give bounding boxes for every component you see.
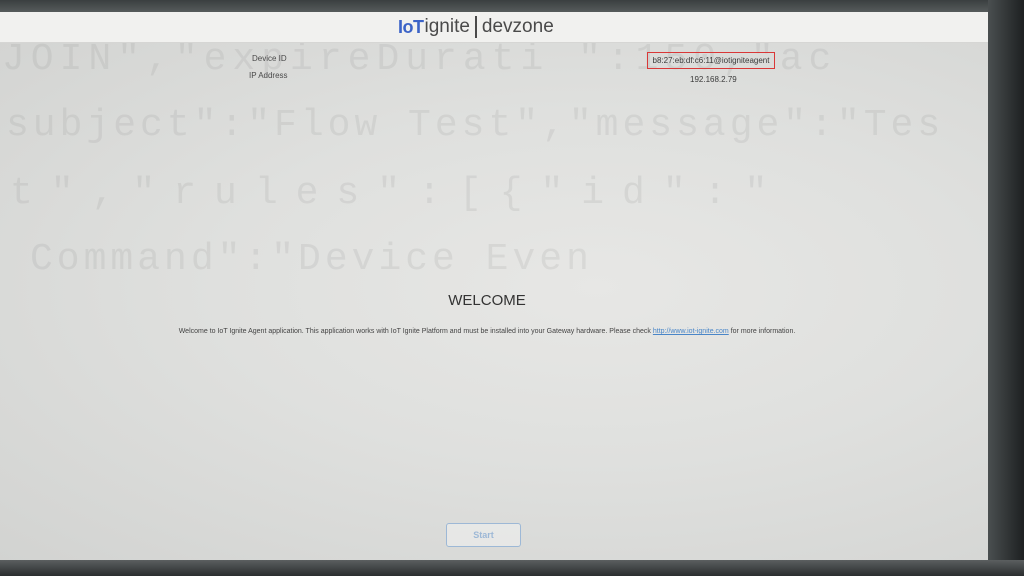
- watermark-line: t","rules":[{"id":": [10, 172, 786, 215]
- welcome-title: WELCOME: [448, 292, 526, 309]
- app-header: IoT ignite devzone: [0, 12, 994, 43]
- background-json-watermark: JOIN","expireDurati ":150,"ac subject":"…: [0, 12, 994, 562]
- start-button[interactable]: Start: [446, 523, 521, 547]
- iot-logo-mark: IoT: [398, 16, 424, 37]
- welcome-text-before-link: Welcome to IoT Ignite Agent application.…: [178, 328, 653, 335]
- watermark-line: Command":"Device Even: [30, 238, 593, 281]
- iotignite-devzone-logo: IoT ignite devzone: [398, 15, 554, 39]
- app-screen: JOIN","expireDurati ":150,"ac subject":"…: [0, 12, 994, 562]
- iot-ignite-website-link[interactable]: http://www.iot-ignite.com: [653, 328, 729, 335]
- logo-word-devzone: devzone: [481, 16, 554, 37]
- welcome-message: Welcome to IoT Ignite Agent application.…: [0, 328, 974, 335]
- device-id-value: b8:27:eb:df:c6:11@iotigniteagent: [652, 56, 770, 65]
- ip-address-value: 192.168.2.79: [690, 75, 737, 84]
- logo-word-ignite: ignite: [424, 16, 470, 37]
- logo-divider: [474, 16, 477, 38]
- ip-address-label: IP Address: [249, 71, 288, 80]
- device-id-highlight: b8:27:eb:df:c6:11@iotigniteagent: [647, 52, 775, 69]
- watermark-line: subject":"Flow Test","message":"Tes: [6, 104, 945, 147]
- device-id-label: Device ID: [252, 54, 287, 63]
- monitor-bezel-bottom: [0, 560, 1024, 576]
- monitor-bezel-right: [988, 0, 1024, 576]
- welcome-text-after-link: for more information.: [728, 328, 796, 335]
